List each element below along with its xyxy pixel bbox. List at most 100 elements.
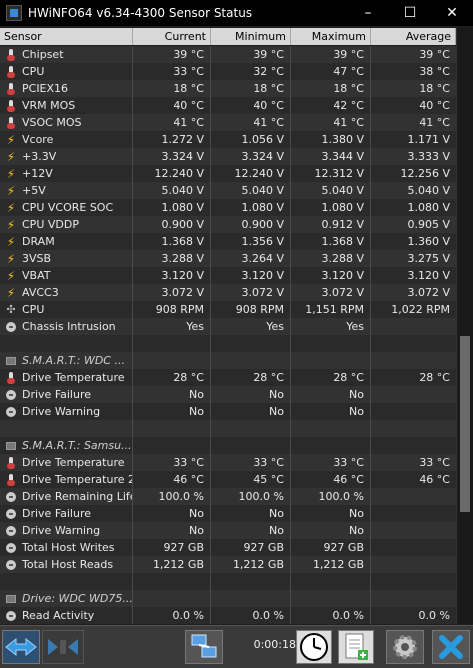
sensor-row[interactable]: Drive Warning No No No bbox=[0, 522, 456, 539]
minimum-value-cell: 927 GB bbox=[211, 539, 291, 556]
sensor-row[interactable]: PCIEX16 18 °C 18 °C 18 °C 18 °C bbox=[0, 80, 456, 97]
minimum-value-cell bbox=[211, 335, 291, 352]
scrollbar-thumb[interactable] bbox=[460, 336, 470, 512]
current-value-cell: 927 GB bbox=[133, 539, 211, 556]
sensor-row[interactable]: Read Activity 0.0 % 0.0 % 0.0 % 0.0 % bbox=[0, 607, 456, 624]
sensor-row[interactable]: Chipset 39 °C 39 °C 39 °C 39 °C bbox=[0, 46, 456, 63]
sensor-row[interactable]: Drive Temperature 2 46 °C 45 °C 46 °C 46 °C bbox=[0, 471, 456, 488]
sensor-name-cell: ⚡ +12V bbox=[0, 165, 133, 182]
sensor-row[interactable]: VRM MOS 40 °C 40 °C 42 °C 40 °C bbox=[0, 97, 456, 114]
sensor-group-row[interactable]: S.M.A.R.T.: Samsu... bbox=[0, 437, 456, 454]
sensor-group-row[interactable]: Drive: WDC WD75... bbox=[0, 590, 456, 607]
sensor-label: AVCC3 bbox=[22, 286, 59, 299]
clock-button[interactable] bbox=[296, 630, 332, 664]
sensor-row[interactable]: ⚡ 3VSB 3.288 V 3.264 V 3.288 V 3.275 V bbox=[0, 250, 456, 267]
average-value-cell: 3.333 V bbox=[407, 150, 450, 163]
sensor-row[interactable]: Drive Temperature 28 °C 28 °C 28 °C 28 °C bbox=[0, 369, 456, 386]
sensor-label: Drive Temperature bbox=[22, 371, 125, 384]
current-value-cell: 46 °C bbox=[133, 471, 211, 488]
current-value-cell: 18 °C bbox=[133, 80, 211, 97]
sensor-group-row[interactable]: S.M.A.R.T.: WDC ... bbox=[0, 352, 456, 369]
maximum-value-cell: 12.312 V bbox=[291, 165, 371, 182]
column-header-current[interactable]: Current bbox=[133, 28, 211, 45]
sensor-row[interactable]: ⚡ CPU VDDP 0.900 V 0.900 V 0.912 V 0.905 V bbox=[0, 216, 456, 233]
maximum-value-cell: No bbox=[291, 505, 371, 522]
current-value-cell bbox=[133, 590, 211, 607]
lightning-icon: ⚡ bbox=[6, 251, 16, 266]
current-value-cell: No bbox=[133, 386, 211, 403]
average-value-cell: 1.080 V bbox=[407, 201, 450, 214]
exit-button[interactable] bbox=[432, 630, 470, 664]
navigate-arrows-button[interactable] bbox=[2, 630, 40, 664]
sensor-label: Drive Remaining Life bbox=[22, 490, 133, 503]
sensor-name-cell: Drive Warning bbox=[0, 522, 133, 539]
sensor-row[interactable]: Drive Temperature 33 °C 33 °C 33 °C 33 °C bbox=[0, 454, 456, 471]
minimum-value-cell: 28 °C bbox=[211, 369, 291, 386]
current-value-cell: 5.040 V bbox=[133, 182, 211, 199]
app-icon bbox=[6, 5, 22, 21]
column-header-minimum[interactable]: Minimum bbox=[211, 28, 291, 45]
sensor-row[interactable]: CPU 33 °C 32 °C 47 °C 38 °C bbox=[0, 63, 456, 80]
status-bar: 0:00:18 bbox=[0, 625, 473, 668]
sensor-label: 3VSB bbox=[22, 252, 52, 265]
sensor-row[interactable]: ⚡ Vcore 1.272 V 1.056 V 1.380 V 1.171 V bbox=[0, 131, 456, 148]
minimum-value-cell bbox=[211, 590, 291, 607]
close-button[interactable]: ✕ bbox=[431, 0, 473, 26]
sensor-row[interactable]: Total Host Reads 1,212 GB 1,212 GB 1,212 GB bbox=[0, 556, 456, 573]
sensor-row[interactable]: Drive Failure No No No bbox=[0, 386, 456, 403]
sensor-row[interactable]: ⚡ AVCC3 3.072 V 3.072 V 3.072 V 3.072 V bbox=[0, 284, 456, 301]
log-file-button[interactable] bbox=[338, 630, 374, 664]
column-header-average[interactable]: Average bbox=[371, 28, 456, 45]
current-value-cell: Yes bbox=[133, 318, 211, 335]
current-value-cell: 908 RPM bbox=[133, 301, 211, 318]
current-value-cell: 100.0 % bbox=[133, 488, 211, 505]
sensor-name-cell: ⚡ +3.3V bbox=[0, 148, 133, 165]
lightning-icon: ⚡ bbox=[6, 268, 16, 283]
vertical-scrollbar[interactable] bbox=[456, 28, 473, 624]
column-header-maximum[interactable]: Maximum bbox=[291, 28, 371, 45]
sensor-row[interactable]: Chassis Intrusion Yes Yes Yes bbox=[0, 318, 456, 335]
minimum-value-cell bbox=[211, 352, 291, 369]
gear-icon bbox=[393, 635, 417, 659]
sensor-row[interactable]: Drive Warning No No No bbox=[0, 403, 456, 420]
sensor-row[interactable]: ⚡ +12V 12.240 V 12.240 V 12.312 V 12.256 V bbox=[0, 165, 456, 182]
thermometer-icon bbox=[6, 371, 16, 384]
maximum-value-cell: No bbox=[291, 403, 371, 420]
minimize-button[interactable]: – bbox=[347, 0, 389, 26]
sensor-name-cell: ⚡ AVCC3 bbox=[0, 284, 133, 301]
sensor-label: +3.3V bbox=[22, 150, 57, 163]
maximum-value-cell: 5.040 V bbox=[291, 182, 371, 199]
lightning-icon: ⚡ bbox=[6, 285, 16, 300]
settings-button[interactable] bbox=[386, 630, 424, 664]
maximize-button[interactable]: ☐ bbox=[389, 0, 431, 26]
sensor-name-cell: ⚡ 3VSB bbox=[0, 250, 133, 267]
maximum-value-cell: 100.0 % bbox=[291, 488, 371, 505]
sensor-label: Drive Temperature 2 bbox=[22, 473, 133, 486]
disc-icon bbox=[6, 389, 16, 401]
network-button[interactable] bbox=[185, 630, 223, 664]
minimum-value-cell: 3.264 V bbox=[211, 250, 291, 267]
sensor-row[interactable]: ⚡ DRAM 1.368 V 1.356 V 1.368 V 1.360 V bbox=[0, 233, 456, 250]
lightning-icon: ⚡ bbox=[6, 234, 16, 249]
maximum-value-cell: 42 °C bbox=[291, 97, 371, 114]
sensor-row[interactable]: Drive Remaining Life 100.0 % 100.0 % 100.0 … bbox=[0, 488, 456, 505]
sensor-row[interactable]: ⚡ VBAT 3.120 V 3.120 V 3.120 V 3.120 V bbox=[0, 267, 456, 284]
sensor-row[interactable]: ⚡ +5V 5.040 V 5.040 V 5.040 V 5.040 V bbox=[0, 182, 456, 199]
current-value-cell bbox=[133, 352, 211, 369]
sensor-row[interactable]: ⚡ +3.3V 3.324 V 3.324 V 3.344 V 3.333 V bbox=[0, 148, 456, 165]
sensor-row[interactable]: VSOC MOS 41 °C 41 °C 41 °C 41 °C bbox=[0, 114, 456, 131]
network-computers-icon bbox=[191, 634, 217, 658]
column-header-sensor[interactable]: Sensor bbox=[0, 28, 133, 45]
average-value-cell: 0.0 % bbox=[418, 609, 450, 622]
average-value-cell bbox=[371, 420, 456, 437]
collapse-arrows-button[interactable] bbox=[42, 630, 84, 664]
minimum-value-cell: No bbox=[211, 505, 291, 522]
current-value-cell bbox=[133, 420, 211, 437]
sensor-row[interactable]: ⚡ CPU VCORE SOC 1.080 V 1.080 V 1.080 V 1.080… bbox=[0, 199, 456, 216]
maximum-value-cell: 3.072 V bbox=[291, 284, 371, 301]
maximum-value-cell: 41 °C bbox=[291, 114, 371, 131]
sensor-row[interactable]: Drive Failure No No No bbox=[0, 505, 456, 522]
sensor-row[interactable]: Total Host Writes 927 GB 927 GB 927 GB bbox=[0, 539, 456, 556]
sensor-row[interactable]: ✣ CPU 908 RPM 908 RPM 1,151 RPM 1,022 RPM bbox=[0, 301, 456, 318]
minimum-value-cell: Yes bbox=[211, 318, 291, 335]
